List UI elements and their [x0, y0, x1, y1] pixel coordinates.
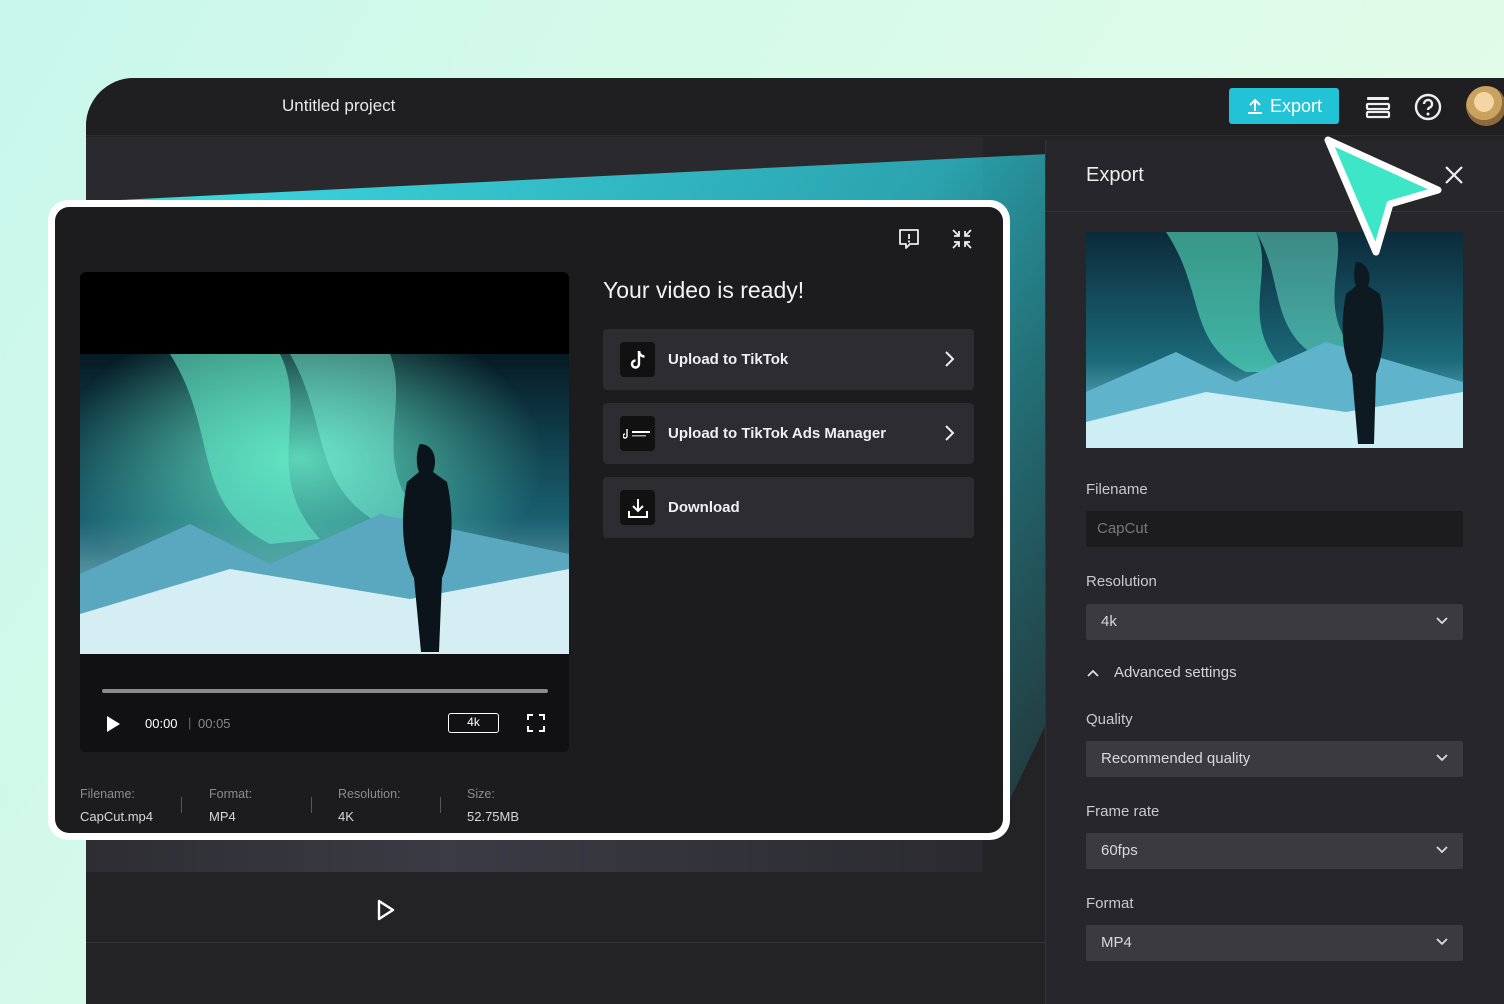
upload-tiktok-ads-button[interactable]: Upload to TikTok Ads Manager	[603, 403, 974, 464]
meta-divider	[181, 797, 182, 813]
meta-size-key: Size:	[467, 787, 495, 801]
upload-tiktok-button[interactable]: Upload to TikTok	[603, 329, 974, 390]
export-button-label: Export	[1269, 95, 1323, 116]
aurora-video-frame[interactable]	[80, 354, 569, 654]
meta-filename: Filename: CapCut.mp4	[80, 787, 153, 824]
upload-icon	[1247, 98, 1262, 114]
current-time: 00:00	[145, 716, 178, 731]
chevron-down-icon	[1436, 754, 1448, 762]
filename-label: Filename	[1086, 481, 1148, 498]
collapse-icon[interactable]	[950, 227, 974, 251]
video-ready-modal-body: 00:00 | 00:05 4k Your video is ready! Up…	[55, 207, 1003, 833]
upload-tiktok-label: Upload to TikTok	[668, 351, 789, 368]
framerate-value: 60fps	[1101, 842, 1138, 859]
meta-format: Format: MP4	[209, 787, 252, 824]
meta-divider	[440, 797, 441, 813]
meta-filename-value: CapCut.mp4	[80, 809, 153, 824]
meta-size: Size: 52.75MB	[467, 787, 519, 824]
video-ready-modal: 00:00 | 00:05 4k Your video is ready! Up…	[48, 200, 1010, 840]
quality-select[interactable]: Recommended quality	[1086, 741, 1463, 777]
filename-input[interactable]: CapCut	[1086, 511, 1463, 547]
meta-format-key: Format:	[209, 787, 253, 801]
export-panel: Export Filename CapCut Resolution 4k Adv…	[1045, 140, 1504, 1004]
tiktok-business-icon	[620, 416, 655, 451]
player-controls	[80, 654, 569, 752]
project-title[interactable]: Untitled project	[282, 96, 395, 116]
meta-divider	[311, 797, 312, 813]
download-label: Download	[668, 499, 740, 516]
meta-resolution: Resolution: 4K	[338, 787, 401, 824]
chevron-down-icon	[1436, 938, 1448, 946]
play-icon[interactable]	[376, 899, 396, 921]
chevron-down-icon	[1436, 617, 1448, 625]
meta-filename-key: Filename:	[80, 787, 135, 801]
framerate-select[interactable]: 60fps	[1086, 833, 1463, 869]
export-thumbnail	[1086, 232, 1463, 448]
help-icon[interactable]	[1413, 92, 1443, 122]
layers-icon[interactable]	[1363, 92, 1393, 122]
resolution-select[interactable]: 4k	[1086, 604, 1463, 640]
advanced-settings-toggle[interactable]: Advanced settings	[1086, 664, 1237, 681]
timeline	[86, 873, 1046, 943]
resolution-badge[interactable]: 4k	[448, 713, 499, 733]
export-panel-title: Export	[1086, 164, 1144, 186]
cursor-pointer-icon	[1324, 136, 1442, 256]
avatar[interactable]	[1466, 86, 1504, 126]
video-player: 00:00 | 00:05 4k	[80, 272, 569, 752]
total-time: 00:05	[198, 716, 231, 731]
chevron-right-icon	[945, 351, 955, 367]
resolution-label: Resolution	[1086, 573, 1157, 590]
chevron-up-icon	[1087, 669, 1099, 677]
quality-label: Quality	[1086, 711, 1133, 728]
progress-bar[interactable]	[102, 689, 548, 693]
export-button[interactable]: Export	[1229, 88, 1339, 124]
tiktok-icon	[620, 342, 655, 377]
feedback-icon[interactable]	[897, 227, 921, 251]
meta-size-value: 52.75MB	[467, 809, 520, 824]
chevron-right-icon	[945, 425, 955, 441]
top-bar: Untitled project Export	[86, 78, 1504, 136]
meta-resolution-key: Resolution:	[338, 787, 401, 801]
video-ready-title: Your video is ready!	[603, 277, 805, 303]
chevron-down-icon	[1436, 846, 1448, 854]
meta-resolution-value: 4K	[338, 809, 354, 824]
download-button[interactable]: Download	[603, 477, 974, 538]
time-separator: |	[188, 715, 192, 730]
resolution-value: 4k	[1101, 613, 1117, 630]
advanced-settings-label: Advanced settings	[1114, 664, 1237, 681]
format-value: MP4	[1101, 934, 1132, 951]
aurora-image	[1086, 232, 1463, 448]
upload-tiktok-ads-label: Upload to TikTok Ads Manager	[668, 425, 887, 442]
format-select[interactable]: MP4	[1086, 925, 1463, 961]
format-label: Format	[1086, 895, 1134, 912]
framerate-label: Frame rate	[1086, 803, 1160, 820]
quality-value: Recommended quality	[1101, 750, 1251, 767]
fullscreen-icon[interactable]	[527, 714, 545, 732]
play-icon[interactable]	[104, 715, 122, 733]
download-icon	[620, 490, 655, 525]
meta-format-value: MP4	[209, 809, 236, 824]
